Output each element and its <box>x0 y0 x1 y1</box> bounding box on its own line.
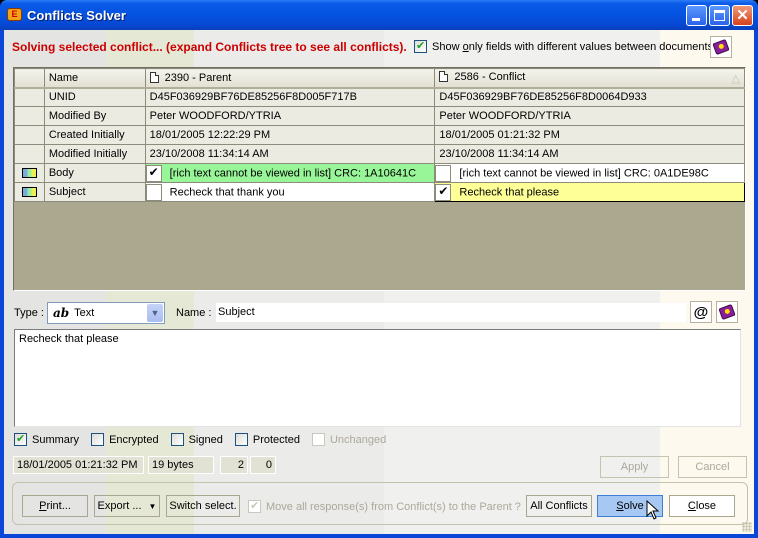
table-row-subject[interactable]: Subject Recheck that thank you Recheck t… <box>14 182 745 202</box>
at-button[interactable]: @ <box>690 301 712 323</box>
conflict-value: Peter WOODFORD/YTRIA <box>434 106 745 126</box>
help-button-2[interactable] <box>716 301 738 323</box>
column-header-conflict[interactable]: 2586 - Conflict △ <box>434 68 745 89</box>
conflicts-solver-window: E Conflicts Solver ✕ Solving selected co… <box>0 0 758 538</box>
column-header-name[interactable]: Name <box>43 68 146 89</box>
dialog-body: Solving selected conflict... (expand Con… <box>4 30 754 534</box>
title-bar: E Conflicts Solver ✕ <box>0 0 758 30</box>
conflict-value: 18/01/2005 01:21:32 PM <box>434 125 745 145</box>
field-value-textarea[interactable]: Recheck that please <box>14 329 741 427</box>
show-only-different-check[interactable] <box>414 39 427 53</box>
conflict-value-cell[interactable]: Recheck that please <box>434 182 745 202</box>
parent-select-checkbox[interactable] <box>146 183 162 201</box>
encrypted-checkbox[interactable]: Encrypted <box>91 433 159 446</box>
field-flags: Summary Encrypted Signed Protected Uncha… <box>14 432 398 446</box>
fields-table: Name 2390 - Parent 2586 - Conflict △ UNID… <box>14 68 745 202</box>
type-label: Type : <box>14 307 44 319</box>
table-row[interactable]: Modified By Peter WOODFORD/YTRIA Peter W… <box>14 106 745 126</box>
help-button[interactable] <box>710 36 732 58</box>
dropdown-arrow-icon: ▼ <box>148 501 157 511</box>
minimize-icon <box>692 18 700 21</box>
conflicts-grid[interactable]: Name 2390 - Parent 2586 - Conflict △ UNID… <box>13 67 746 291</box>
field-icon <box>21 187 37 198</box>
size-readout: 19 bytes <box>148 456 214 474</box>
show-only-different-checkbox[interactable]: Show only fields with different values b… <box>414 39 714 53</box>
parent-value-cell[interactable]: Recheck that thank you <box>144 182 436 202</box>
row-label: Body <box>43 163 146 183</box>
parent-select-checkbox[interactable] <box>146 164 162 182</box>
name-label: Name : <box>176 307 212 319</box>
mouse-cursor-icon <box>646 500 660 520</box>
table-row[interactable]: Modified Initially 23/10/2008 11:34:14 A… <box>14 144 745 164</box>
parent-value: D45F036929BF76DE85256F8D005F717B <box>144 87 436 107</box>
count-readout-2: 0 <box>250 456 276 474</box>
apply-button[interactable]: Apply <box>600 456 669 478</box>
close-button[interactable]: Close <box>669 495 735 517</box>
book-help-icon <box>718 303 736 321</box>
sort-indicator-icon: △ <box>731 72 740 85</box>
type-dropdown[interactable]: ab Text ▼ <box>47 302 165 324</box>
maximize-button[interactable] <box>709 5 730 26</box>
table-row-body[interactable]: Body [rich text cannot be viewed in list… <box>14 163 745 183</box>
print-button[interactable]: Print... <box>22 495 88 517</box>
text-type-icon: ab <box>53 306 70 320</box>
export-button[interactable]: Export ... ▼ <box>94 495 160 517</box>
parent-value: 18/01/2005 12:22:29 PM <box>144 125 436 145</box>
switch-select-button[interactable]: Switch select. <box>166 495 240 517</box>
move-all-responses-checkbox[interactable]: Move all response(s) from Conflict(s) to… <box>248 499 521 513</box>
document-icon <box>439 70 449 82</box>
book-help-icon <box>712 38 730 56</box>
type-value: Text <box>74 307 95 319</box>
signed-checkbox[interactable]: Signed <box>170 433 223 446</box>
count-readout-1: 2 <box>220 456 248 474</box>
row-label: Subject <box>43 182 146 202</box>
at-icon: @ <box>693 303 709 321</box>
conflict-value-cell[interactable]: [rich text cannot be viewed in list] CRC… <box>434 163 745 183</box>
table-row[interactable]: UNID D45F036929BF76DE85256F8D005F717B D4… <box>14 87 745 107</box>
unchanged-checkbox[interactable]: Unchanged <box>311 433 386 446</box>
row-label: UNID <box>43 87 146 107</box>
parent-value-cell[interactable]: [rich text cannot be viewed in list] CRC… <box>144 163 436 183</box>
resize-grip[interactable] <box>742 522 752 532</box>
conflict-select-checkbox[interactable] <box>435 183 452 201</box>
maximize-icon <box>714 10 725 21</box>
cancel-button[interactable]: Cancel <box>678 456 747 478</box>
row-label: Created Initially <box>43 125 146 145</box>
chevron-down-icon[interactable]: ▼ <box>147 304 163 322</box>
conflict-select-checkbox[interactable] <box>435 164 452 182</box>
field-icon <box>21 168 37 179</box>
conflict-value: D45F036929BF76DE85256F8D0064D933 <box>434 87 745 107</box>
field-name-input[interactable]: Subject <box>216 303 686 322</box>
conflict-value: 23/10/2008 11:34:14 AM <box>434 144 745 164</box>
row-label: Modified Initially <box>43 144 146 164</box>
window-title: Conflicts Solver <box>27 8 126 23</box>
all-conflicts-button[interactable]: All Conflicts <box>526 495 592 517</box>
minimize-button[interactable] <box>686 5 707 26</box>
close-icon: ✕ <box>736 7 749 24</box>
table-header-row: Name 2390 - Parent 2586 - Conflict △ <box>14 68 745 89</box>
document-icon <box>149 71 159 83</box>
parent-value: 23/10/2008 11:34:14 AM <box>144 144 436 164</box>
close-window-button[interactable]: ✕ <box>732 5 753 26</box>
timestamp-readout: 18/01/2005 01:21:32 PM <box>13 456 144 474</box>
table-row[interactable]: Created Initially 18/01/2005 12:22:29 PM… <box>14 125 745 145</box>
protected-checkbox[interactable]: Protected <box>234 433 300 446</box>
summary-checkbox[interactable]: Summary <box>14 432 79 446</box>
parent-value: Peter WOODFORD/YTRIA <box>144 106 436 126</box>
show-only-different-label: Show only fields with different values b… <box>432 40 714 53</box>
status-message: Solving selected conflict... (expand Con… <box>12 40 407 54</box>
row-label: Modified By <box>43 106 146 126</box>
column-header-parent[interactable]: 2390 - Parent <box>144 68 436 89</box>
conflicts-solver-icon: E <box>7 8 22 21</box>
indicator-header <box>14 68 45 89</box>
